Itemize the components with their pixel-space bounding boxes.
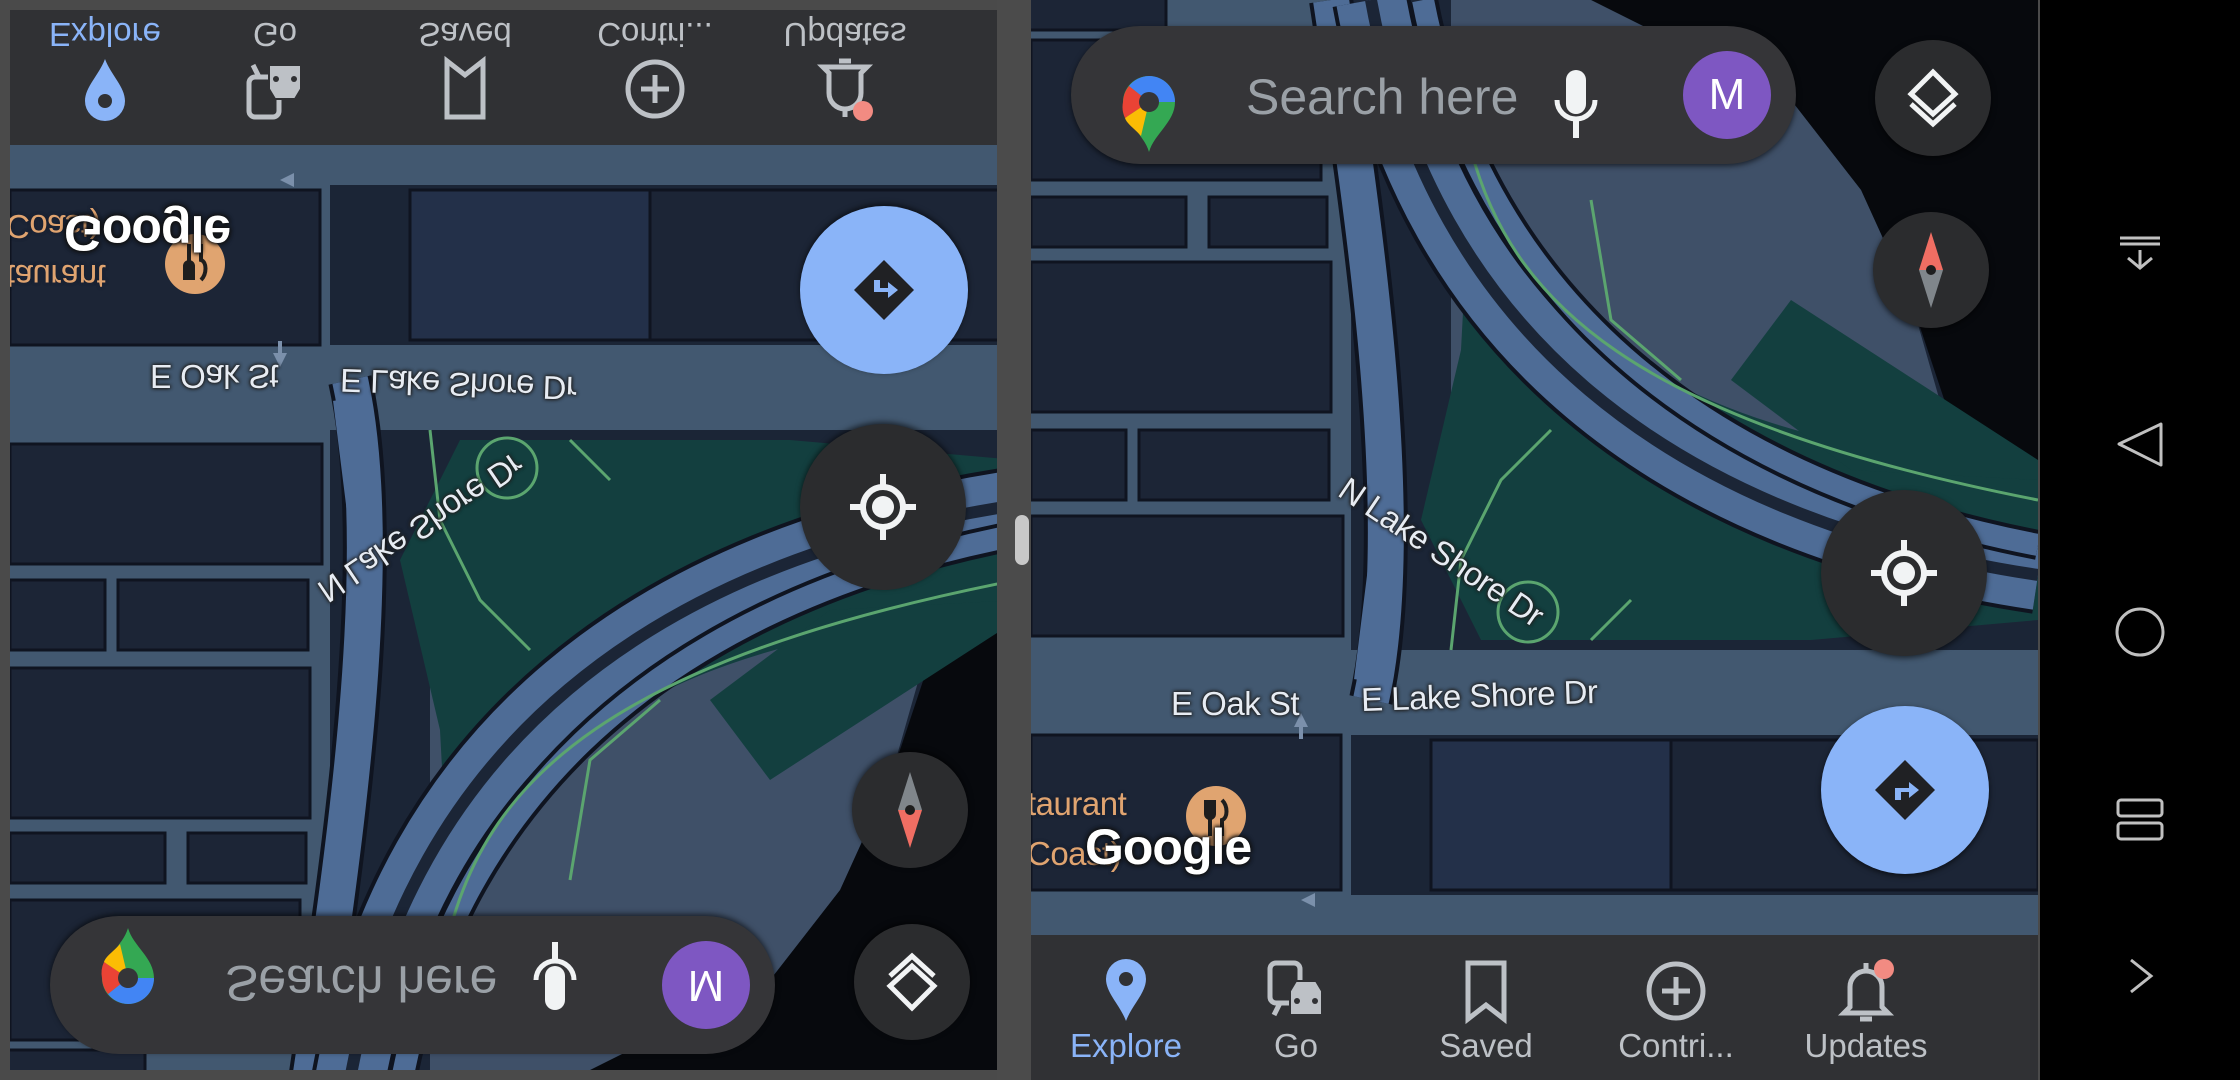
layers-button[interactable] <box>854 924 970 1040</box>
compass-button[interactable] <box>1873 212 1989 328</box>
my-location-button[interactable] <box>1821 490 1987 656</box>
directions-icon <box>854 260 914 320</box>
bottom-navigation: Explore Go Saved Contri... Updates <box>1031 935 2038 1080</box>
search-input[interactable]: Search here <box>1246 68 1518 126</box>
bookmark-icon <box>1465 960 1507 1025</box>
search-bar[interactable]: Search here M <box>1071 26 1796 164</box>
microphone-icon[interactable] <box>530 934 580 1014</box>
explore-pin-icon <box>85 59 125 121</box>
layers-button[interactable] <box>1875 40 1991 156</box>
back-button[interactable] <box>2100 404 2180 484</box>
microphone-icon[interactable] <box>1551 66 1601 146</box>
add-circle-icon <box>1646 961 1706 1021</box>
more-button[interactable] <box>2100 936 2180 1016</box>
compass-icon <box>1919 232 1943 308</box>
nav-label: Saved <box>418 16 512 53</box>
my-location-button[interactable] <box>800 424 966 590</box>
nav-tab-go[interactable]: Go <box>1201 935 1391 1080</box>
directions-button[interactable] <box>1821 706 1989 874</box>
search-input[interactable]: Search here <box>225 954 497 1012</box>
collapse-down-icon <box>2120 236 2160 270</box>
bookmark-icon <box>444 55 486 120</box>
nav-tab-contribute[interactable]: Contri... <box>560 10 750 145</box>
nav-label: Updates <box>783 16 907 53</box>
nav-label: Go <box>1273 1027 1319 1064</box>
google-logo: Google <box>64 205 231 261</box>
map-label-restaurant: taurant <box>10 258 106 295</box>
home-circle-icon <box>2115 607 2165 657</box>
nav-tab-updates[interactable]: Updates <box>1771 935 1961 1080</box>
commute-icon <box>246 63 302 120</box>
search-bar[interactable]: Search here M <box>50 916 775 1054</box>
maps-app: Oak Street Beach N Lake Shore Dr E Oak S… <box>10 10 997 1070</box>
nav-label: Go <box>252 16 298 53</box>
nav-tab-explore[interactable]: Explore <box>10 10 200 145</box>
split-screen: Oak Street Beach N Lake Shore Dr E Oak S… <box>0 0 2040 1080</box>
nav-label: Explore <box>49 16 161 53</box>
recents-button[interactable] <box>2100 780 2180 860</box>
nav-label: Contri... <box>597 16 713 53</box>
map-label-e-oak-st: E Oak St <box>150 358 279 395</box>
google-maps-logo-icon <box>1119 74 1179 154</box>
nav-tab-updates[interactable]: Updates <box>750 10 940 145</box>
explore-pin-icon <box>1106 959 1146 1021</box>
nav-label: Saved <box>1439 1027 1533 1064</box>
layers-icon <box>1907 68 1959 128</box>
layers-icon <box>886 952 938 1012</box>
my-location-icon <box>1871 540 1937 606</box>
collapse-button[interactable] <box>2100 216 2180 296</box>
system-navigation-bar <box>2040 0 2240 1080</box>
right-app-window: Oak Street Beach N Lake Shore Dr E Oak S… <box>1031 0 2038 1080</box>
nav-tab-saved[interactable]: Saved <box>370 10 560 145</box>
nav-label: Updates <box>1804 1027 1928 1064</box>
recents-icon <box>2116 798 2164 841</box>
account-avatar[interactable]: M <box>1683 51 1771 139</box>
nav-tab-saved[interactable]: Saved <box>1391 935 1581 1080</box>
left-app-window: Oak Street Beach N Lake Shore Dr E Oak S… <box>10 10 997 1070</box>
directions-icon <box>1875 760 1935 820</box>
directions-button[interactable] <box>800 206 968 374</box>
google-maps-logo-icon <box>98 926 158 1006</box>
google-logo: Google <box>1085 819 1252 875</box>
bell-icon <box>1837 959 1895 1022</box>
nav-tab-contribute[interactable]: Contri... <box>1581 935 1771 1080</box>
home-button[interactable] <box>2100 592 2180 672</box>
add-circle-icon <box>625 59 685 119</box>
nav-tab-go[interactable]: Go <box>180 10 370 145</box>
back-triangle-icon <box>2117 422 2163 467</box>
split-divider-handle[interactable] <box>1015 515 1029 565</box>
map-label-e-oak-st: E Oak St <box>1171 685 1300 722</box>
maps-app: Oak Street Beach N Lake Shore Dr E Oak S… <box>1031 0 2038 1080</box>
compass-button[interactable] <box>852 752 968 868</box>
commute-icon <box>1267 960 1323 1017</box>
nav-label: Explore <box>1070 1027 1182 1064</box>
chevron-right-icon <box>2130 958 2154 994</box>
bell-icon <box>816 58 874 121</box>
left-pane-mirrored: Oak Street Beach N Lake Shore Dr E Oak S… <box>10 10 997 1070</box>
nav-tab-explore[interactable]: Explore <box>1031 935 1221 1080</box>
bottom-navigation: Explore Go Saved Contri... Updates <box>10 10 997 145</box>
nav-label: Contri... <box>1618 1027 1734 1064</box>
compass-icon <box>898 772 922 848</box>
account-avatar[interactable]: M <box>662 941 750 1029</box>
my-location-icon <box>850 474 916 540</box>
